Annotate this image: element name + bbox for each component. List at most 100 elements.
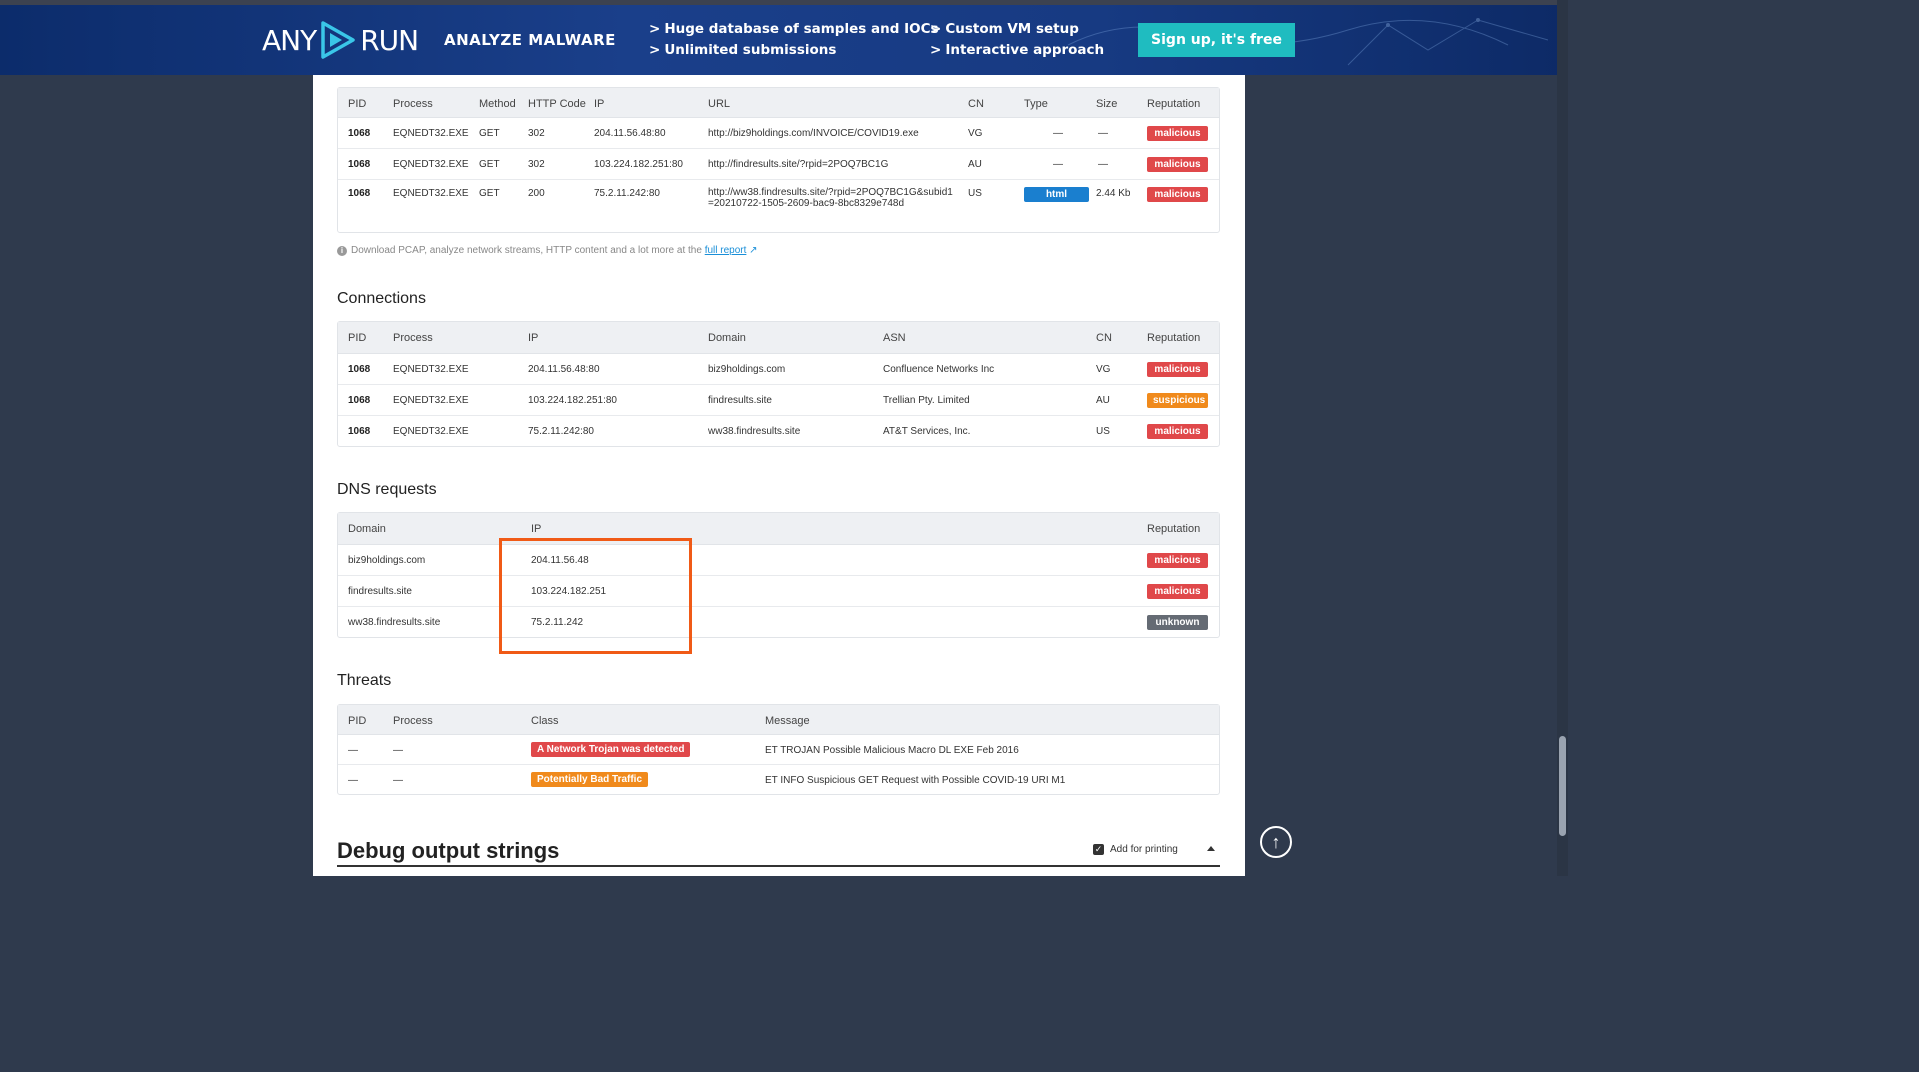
column-header: CN — [968, 98, 984, 110]
url-cell[interactable]: http://findresults.site/?rpid=2POQ7BC1G — [708, 159, 888, 170]
domain-cell: biz9holdings.com — [708, 364, 786, 375]
arrow-icon: > — [930, 42, 942, 58]
column-header: URL — [708, 98, 731, 110]
reputation-badge: malicious — [1147, 187, 1208, 202]
message-cell: ET INFO Suspicious GET Request with Poss… — [765, 775, 1066, 786]
full-report-link[interactable]: full report — [705, 245, 747, 256]
process-cell: EQNEDT32.EXE — [393, 188, 469, 199]
size-cell: 2.44 Kb — [1096, 188, 1131, 199]
ip-cell: 75.2.11.242:80 — [594, 188, 660, 199]
column-header: HTTP Code — [528, 98, 586, 110]
column-header: Process — [393, 332, 433, 344]
http-code-cell: 302 — [528, 159, 545, 170]
play-logo-icon — [321, 21, 355, 59]
feature-text: Interactive approach — [945, 42, 1105, 58]
column-header: Class — [531, 715, 559, 727]
table-row[interactable]: 1068 EQNEDT32.EXE 75.2.11.242:80 ww38.fi… — [338, 416, 1219, 447]
collapse-caret-icon[interactable] — [1207, 846, 1215, 851]
reputation-badge: malicious — [1147, 157, 1208, 172]
scrollbar-thumb[interactable] — [1559, 736, 1566, 836]
http-requests-table: PID Process Method HTTP Code IP URL CN T… — [337, 87, 1220, 233]
scroll-to-top-button[interactable]: ↑ — [1260, 826, 1292, 858]
dns-requests-title: DNS requests — [337, 481, 437, 498]
column-header: Message — [765, 715, 810, 727]
table-row[interactable]: ww38.findresults.site 75.2.11.242 unknow… — [338, 607, 1219, 638]
domain-cell: ww38.findresults.site — [348, 617, 441, 628]
table-row[interactable]: — — A Network Trojan was detected ET TRO… — [338, 735, 1219, 765]
column-header: Domain — [348, 523, 386, 535]
checkbox-checked-icon[interactable]: ✓ — [1093, 844, 1104, 855]
pid-cell: 1068 — [348, 364, 371, 375]
ip-cell: 204.11.56.48:80 — [528, 364, 600, 375]
country-cell: AU — [968, 159, 982, 170]
domain-cell: ww38.findresults.site — [708, 426, 801, 437]
table-row[interactable]: 1068 EQNEDT32.EXE 103.224.182.251:80 fin… — [338, 385, 1219, 416]
asn-cell: AT&T Services, Inc. — [883, 426, 971, 437]
threats-table: PID Process Class Message — — A Network … — [337, 704, 1220, 795]
column-header: PID — [348, 98, 367, 110]
http-code-cell: 200 — [528, 188, 545, 199]
reputation-badge: malicious — [1147, 424, 1208, 439]
domain-cell: findresults.site — [708, 395, 772, 406]
table-row[interactable]: biz9holdings.com 204.11.56.48 malicious — [338, 545, 1219, 576]
logo-text-any: ANY — [262, 23, 317, 57]
banner-feature: > Interactive approach — [930, 42, 1104, 58]
table-row[interactable]: — — Potentially Bad Traffic ET INFO Susp… — [338, 765, 1219, 795]
url-cell[interactable]: http://biz9holdings.com/INVOICE/COVID19.… — [708, 128, 919, 139]
add-for-printing-toggle[interactable]: ✓ Add for printing — [1093, 844, 1178, 855]
note-text: Download PCAP, analyze network streams, … — [351, 245, 702, 256]
ip-cell: 103.224.182.251:80 — [528, 395, 617, 406]
arrow-icon: > — [930, 21, 942, 37]
column-header: IP — [528, 332, 539, 344]
pcap-note: i Download PCAP, analyze network streams,… — [337, 245, 758, 256]
process-cell: EQNEDT32.EXE — [393, 128, 469, 139]
arrow-up-icon: ↑ — [1271, 831, 1281, 852]
country-cell: US — [968, 188, 982, 199]
dns-requests-table: Domain IP Reputation biz9holdings.com 20… — [337, 512, 1220, 638]
table-header: Domain IP Reputation — [338, 513, 1219, 545]
method-cell: GET — [479, 128, 500, 139]
url-cell[interactable]: http://ww38.findresults.site/?rpid=2POQ7… — [708, 187, 953, 209]
signup-button[interactable]: Sign up, it's free — [1138, 23, 1295, 57]
reputation-badge: malicious — [1147, 553, 1208, 568]
pid-cell: 1068 — [348, 159, 371, 170]
type-cell: — — [1053, 159, 1063, 170]
type-cell: — — [1053, 128, 1063, 139]
method-cell: GET — [479, 159, 500, 170]
arrow-icon: > — [649, 42, 661, 58]
domain-cell: biz9holdings.com — [348, 555, 426, 566]
message-cell: ET TROJAN Possible Malicious Macro DL EX… — [765, 745, 1019, 756]
pid-cell: — — [348, 745, 358, 756]
feature-text: Custom VM setup — [945, 21, 1079, 37]
country-cell: VG — [1096, 364, 1111, 375]
column-header: IP — [531, 523, 542, 535]
table-header: PID Process Class Message — [338, 705, 1219, 735]
column-header: Process — [393, 715, 433, 727]
reputation-badge: malicious — [1147, 584, 1208, 599]
table-header: PID Process Method HTTP Code IP URL CN T… — [338, 88, 1219, 118]
table-row[interactable]: 1068 EQNEDT32.EXE GET 200 75.2.11.242:80… — [338, 180, 1219, 232]
external-link-icon[interactable]: ↗ — [749, 245, 757, 256]
table-row[interactable]: 1068 EQNEDT32.EXE GET 302 103.224.182.25… — [338, 149, 1219, 180]
ad-banner[interactable]: ANY RUN ANALYZE MALWARE > Huge database o… — [0, 0, 1568, 75]
ip-highlight-box — [499, 538, 692, 654]
pid-cell: 1068 — [348, 188, 371, 199]
table-row[interactable]: 1068 EQNEDT32.EXE GET 302 204.11.56.48:8… — [338, 118, 1219, 149]
connections-table: PID Process IP Domain ASN CN Reputation … — [337, 321, 1220, 447]
pid-cell: 1068 — [348, 128, 371, 139]
banner-tagline: ANALYZE MALWARE — [444, 31, 616, 49]
table-row[interactable]: findresults.site 103.224.182.251 malicio… — [338, 576, 1219, 607]
process-cell: — — [393, 775, 403, 786]
column-header: Reputation — [1147, 523, 1201, 535]
reputation-badge: malicious — [1147, 362, 1208, 377]
column-header: ASN — [883, 332, 906, 344]
threat-class-badge: Potentially Bad Traffic — [531, 772, 649, 787]
arrow-icon: > — [649, 21, 661, 37]
pid-cell: 1068 — [348, 395, 371, 406]
connections-title: Connections — [337, 290, 426, 307]
anyrun-logo[interactable]: ANY RUN — [262, 20, 419, 60]
pid-cell: 1068 — [348, 426, 371, 437]
threats-title: Threats — [337, 672, 392, 689]
table-row[interactable]: 1068 EQNEDT32.EXE 204.11.56.48:80 biz9ho… — [338, 354, 1219, 385]
feature-text: Huge database of samples and IOCs — [664, 21, 939, 37]
